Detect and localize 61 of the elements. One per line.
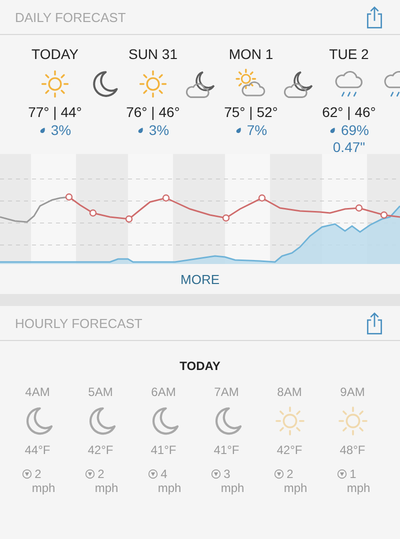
raindrop-icon: [136, 126, 144, 134]
wind-unit: mph: [94, 481, 118, 495]
section-title: HOURLY FORECAST: [15, 316, 142, 330]
wind-direction-icon: [210, 469, 221, 479]
hour-temperature: 41°F: [214, 443, 240, 457]
day-heading: TODAY: [180, 359, 220, 373]
wind-direction-icon: [22, 469, 32, 479]
temperature-point: [380, 211, 388, 219]
day-label: SUN 31: [128, 45, 178, 63]
temperature-range: 76° | 46°: [126, 103, 180, 121]
wind-speed: 2: [98, 467, 104, 481]
wind-direction-icon: [148, 469, 158, 479]
temperature-point: [89, 209, 97, 217]
day-label: TODAY: [32, 45, 78, 63]
temperature-range: 75° | 52°: [224, 103, 278, 121]
hour-label: 4AM: [25, 385, 50, 399]
temperature-point: [258, 194, 266, 202]
wind-direction-icon: [84, 469, 95, 479]
precipitation-amount: 0.47": [332, 139, 366, 154]
precipitation-chance: 69%: [340, 121, 370, 139]
hour-label: 9AM: [340, 385, 365, 399]
precipitation-chance: 7%: [246, 121, 268, 139]
hour-label: 7AM: [214, 385, 239, 399]
wind-speed: 2: [286, 467, 294, 481]
day-label: TUE 2: [329, 45, 369, 63]
hour-temperature: 48°F: [340, 443, 366, 457]
wind-unit: mph: [284, 481, 308, 495]
wind-direction-icon: [274, 469, 284, 479]
temperature-point: [355, 204, 363, 212]
hour-temperature: 41°F: [150, 443, 176, 457]
hour-temperature: 42°F: [88, 443, 114, 457]
temperature-range: 62° | 46°: [322, 103, 376, 121]
more-link[interactable]: MORE: [180, 272, 220, 286]
wind-speed: 3: [224, 467, 230, 481]
raindrop-icon: [38, 126, 46, 134]
hour-temperature: 44°F: [24, 443, 50, 457]
wind-speed: 2: [34, 467, 42, 481]
temperature-point: [65, 193, 73, 201]
hour-label: 5AM: [88, 385, 113, 399]
wind-speed: 4: [160, 467, 168, 481]
precipitation-chance: 3%: [50, 121, 72, 139]
wind-unit: mph: [158, 481, 182, 495]
wind-speed: 1: [350, 467, 356, 481]
wind-direction-icon: [336, 469, 347, 479]
wind-unit: mph: [346, 481, 370, 495]
temperature-point: [162, 194, 170, 202]
wind-unit: mph: [220, 481, 244, 495]
raindrop-icon: [234, 126, 242, 134]
day-label: MON 1: [228, 45, 274, 63]
wind-unit: mph: [32, 481, 56, 495]
hour-temperature: 42°F: [276, 443, 302, 457]
precipitation-chance: 3%: [148, 121, 170, 139]
raindrop-icon: [328, 126, 336, 134]
section-title: DAILY FORECAST: [15, 10, 126, 24]
hour-label: 8AM: [277, 385, 302, 399]
temperature-range: 77° | 44°: [28, 103, 82, 121]
temperature-point: [125, 215, 133, 223]
hour-label: 6AM: [151, 385, 176, 399]
share-icon[interactable]: [366, 6, 383, 28]
temperature-point: [222, 214, 230, 222]
share-icon[interactable]: [366, 312, 383, 334]
